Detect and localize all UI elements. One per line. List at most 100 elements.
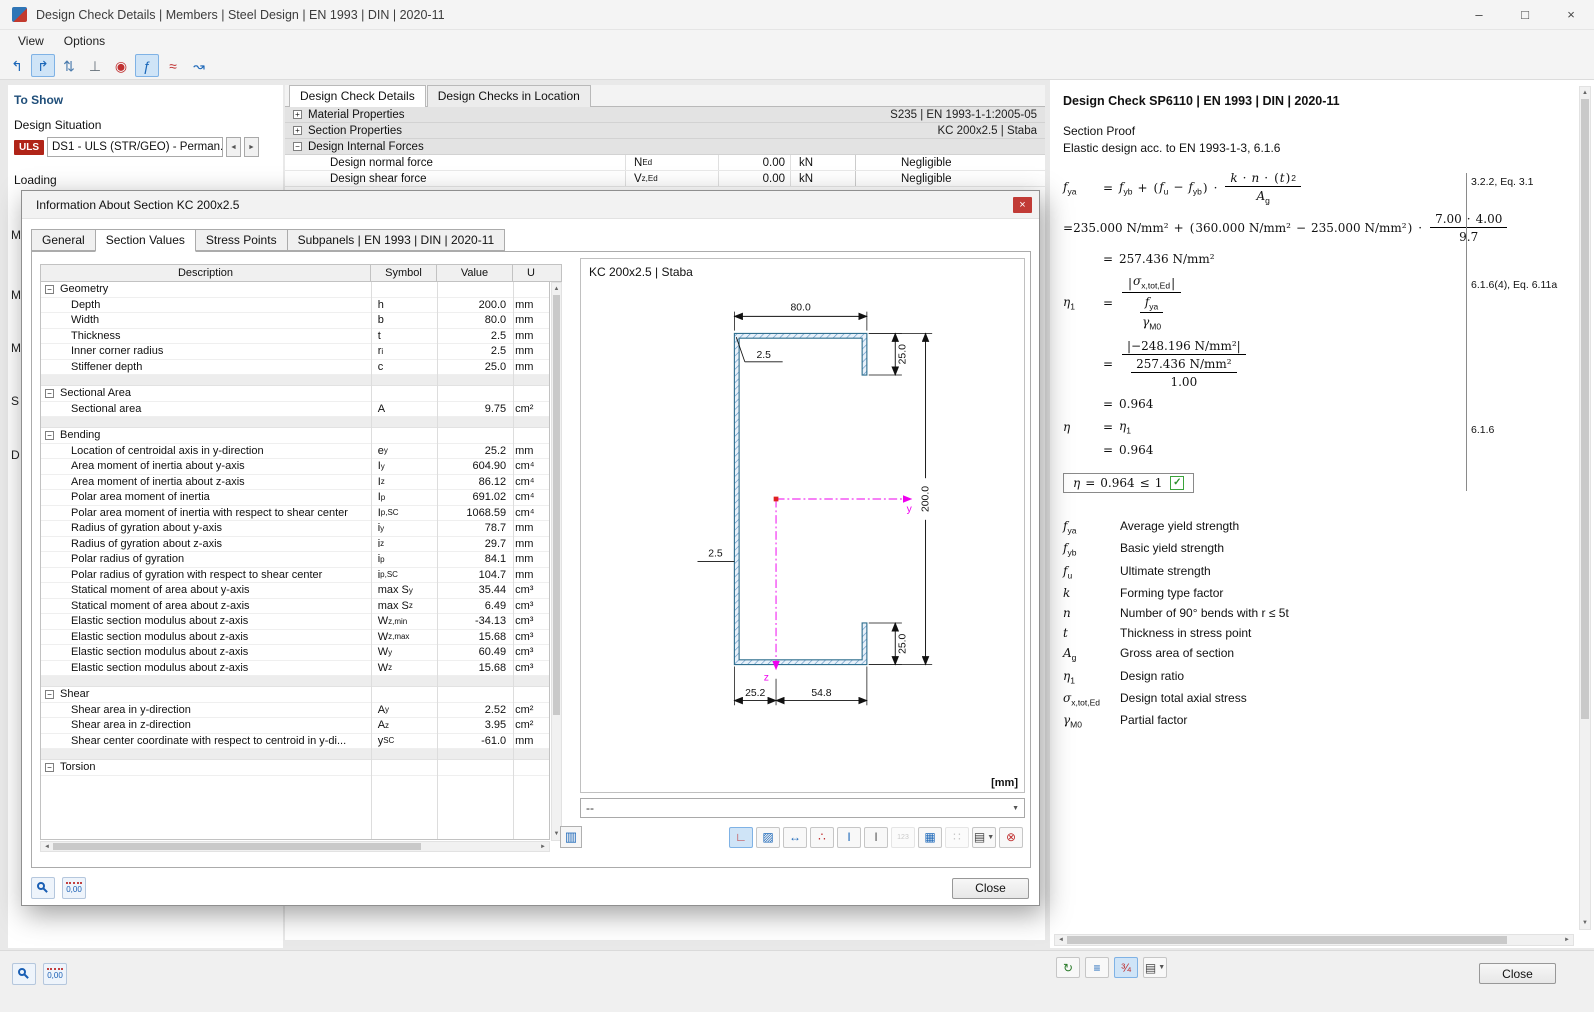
redo-view-icon[interactable]: ↱ <box>31 54 55 77</box>
section-value-row[interactable]: Area moment of inertia about y-axisIy604… <box>41 459 549 475</box>
section-value-row[interactable]: Statical moment of area about y-axismax … <box>41 583 549 599</box>
horizontal-scrollbar[interactable]: ◄ ► <box>1054 934 1574 946</box>
dialog-close-button[interactable]: Close <box>952 878 1029 899</box>
scroll-down-icon[interactable]: ▼ <box>1580 918 1590 928</box>
section-value-row[interactable]: Area moment of inertia about z-axisIz86.… <box>41 475 549 491</box>
zoom-icon[interactable] <box>12 963 36 985</box>
print-icon[interactable]: ▤▼ <box>972 827 996 848</box>
section-value-row[interactable]: Polar area moment of inertia with respec… <box>41 506 549 522</box>
section-group-row[interactable]: −Shear <box>41 687 549 703</box>
tab-general[interactable]: General <box>31 229 96 251</box>
viewer-option-select[interactable]: -- ▼ <box>580 798 1025 818</box>
design-situation-select[interactable]: DS1 - ULS (STR/GEO) - Perman... ▼ <box>47 137 223 157</box>
section-value-row[interactable]: Polar area moment of inertiaIp691.02cm⁴ <box>41 490 549 506</box>
tree-group-row[interactable]: +Material PropertiesS235 | EN 1993-1-1:2… <box>285 107 1045 123</box>
minimize-button[interactable]: – <box>1456 0 1502 29</box>
column-header-unit[interactable]: U <box>513 265 549 281</box>
print-icon[interactable]: ▤▼ <box>1143 957 1167 978</box>
export-table-icon[interactable]: ▥ <box>560 826 582 848</box>
dialog-close-icon[interactable]: × <box>1013 197 1032 213</box>
section-value-row[interactable]: Shear center coordinate with respect to … <box>41 734 549 750</box>
text-values-icon[interactable]: I <box>864 827 888 848</box>
column-header-value[interactable]: Value <box>437 265 513 281</box>
section-group-row[interactable]: −Sectional Area <box>41 386 549 402</box>
section-value-row[interactable]: Widthb80.0mm <box>41 313 549 329</box>
decimal-places-button[interactable]: 0,00 <box>43 963 67 985</box>
decimal-places-button[interactable]: 0,00 <box>62 877 86 899</box>
stress-points-icon[interactable]: ∴ <box>810 827 834 848</box>
menu-view[interactable]: View <box>8 31 54 51</box>
expander-icon[interactable]: − <box>293 142 302 151</box>
section-value-row[interactable]: Thicknesst2.5mm <box>41 329 549 345</box>
section-value-row[interactable]: Elastic section modulus about z-axisWz,m… <box>41 614 549 630</box>
table-vertical-scrollbar[interactable]: ▲ ▼ <box>551 282 562 841</box>
section-value-row[interactable]: Elastic section modulus about z-axisWz15… <box>41 661 549 677</box>
tree-group-row[interactable]: −Design Internal Forces <box>285 139 1045 155</box>
section-value-row[interactable]: Location of centroidal axis in y-directi… <box>41 444 549 460</box>
zoom-reset-icon[interactable]: ⊗ <box>999 827 1023 848</box>
axes-icon[interactable]: ∟ <box>729 827 753 848</box>
dimensions-icon[interactable]: ↔ <box>783 827 807 848</box>
scroll-up-icon[interactable]: ▲ <box>1580 88 1590 98</box>
scrollbar-thumb[interactable] <box>553 295 560 715</box>
column-header-description[interactable]: Description <box>41 265 371 281</box>
sort-results-icon[interactable]: ⇅ <box>57 54 81 77</box>
table-icon[interactable]: ▦ <box>918 827 942 848</box>
tab-design-checks-in-location[interactable]: Design Checks in Location <box>427 85 591 107</box>
relation-scheme-icon[interactable]: ↝ <box>187 54 211 77</box>
scroll-left-icon[interactable]: ◄ <box>1056 935 1066 945</box>
section-value-row[interactable]: Elastic section modulus about z-axisWz,m… <box>41 630 549 646</box>
scroll-right-icon[interactable]: ► <box>538 842 548 851</box>
section-value-row[interactable]: Shear area in z-directionAz3.95cm² <box>41 718 549 734</box>
section-value-row[interactable]: Elastic section modulus about z-axisWy60… <box>41 645 549 661</box>
tab-subpanels[interactable]: Subpanels | EN 1993 | DIN | 2020-11 <box>287 229 506 251</box>
next-situation-button[interactable]: ► <box>244 137 259 157</box>
scroll-up-icon[interactable]: ▲ <box>552 284 561 294</box>
close-button[interactable]: Close <box>1479 963 1556 984</box>
table-horizontal-scrollbar[interactable]: ◄ ► <box>40 841 550 852</box>
collapse-icon[interactable]: − <box>45 285 54 294</box>
expander-icon[interactable]: + <box>293 126 302 135</box>
extreme-values-icon[interactable]: ◉ <box>109 54 133 77</box>
column-header-symbol[interactable]: Symbol <box>371 265 437 281</box>
collapse-icon[interactable]: − <box>45 431 54 440</box>
section-value-row[interactable]: Depthh200.0mm <box>41 298 549 314</box>
collapse-icon[interactable]: − <box>45 763 54 772</box>
tree-group-row[interactable]: +Section PropertiesKC 200x2.5 | Staba <box>285 123 1045 139</box>
scroll-right-icon[interactable]: ► <box>1562 935 1572 945</box>
section-value-row[interactable]: Stiffener depthc25.0mm <box>41 360 549 376</box>
tree-item-row[interactable]: Design normal forceNEd0.00kNNegligible <box>285 155 1045 171</box>
tab-section-values[interactable]: Section Values <box>95 229 196 252</box>
maximize-button[interactable]: □ <box>1502 0 1548 29</box>
navigate-list-icon[interactable]: ≡ <box>1085 957 1109 978</box>
zoom-icon[interactable] <box>31 877 55 899</box>
section-group-row[interactable]: −Bending <box>41 428 549 444</box>
tab-design-check-details[interactable]: Design Check Details <box>289 85 426 107</box>
expander-icon[interactable]: + <box>293 110 302 119</box>
tree-item-row[interactable]: Design shear forceVz,Ed0.00kNNegligible <box>285 171 1045 187</box>
result-diagram-icon[interactable]: ≈ <box>161 54 185 77</box>
section-group-row[interactable]: −Geometry <box>41 282 549 298</box>
measure-tool-icon[interactable]: ⊥ <box>83 54 107 77</box>
refresh-results-icon[interactable]: ↻ <box>1056 957 1080 978</box>
section-value-row[interactable]: Radius of gyration about z-axisiz29.7mm <box>41 537 549 553</box>
tab-stress-points[interactable]: Stress Points <box>195 229 288 251</box>
formula-references-icon[interactable]: ¾ <box>1114 957 1138 978</box>
section-value-row[interactable]: Polar radius of gyration with respect to… <box>41 568 549 584</box>
scrollbar-thumb[interactable] <box>1581 99 1589 719</box>
scrollbar-thumb[interactable] <box>1067 936 1507 944</box>
menu-options[interactable]: Options <box>54 31 115 51</box>
section-value-row[interactable]: Shear area in y-directionAy2.52cm² <box>41 703 549 719</box>
section-value-row[interactable]: Radius of gyration about y-axisiy78.7mm <box>41 521 549 537</box>
scrollbar-thumb[interactable] <box>53 843 421 850</box>
vertical-scrollbar[interactable]: ▲ ▼ <box>1579 86 1591 930</box>
section-value-row[interactable]: Sectional areaA9.75cm² <box>41 402 549 418</box>
previous-situation-button[interactable]: ◄ <box>226 137 241 157</box>
collapse-icon[interactable]: − <box>45 389 54 398</box>
close-window-button[interactable]: × <box>1548 0 1594 29</box>
hatching-icon[interactable]: ▨ <box>756 827 780 848</box>
section-value-row[interactable]: Inner corner radiusri2.5mm <box>41 344 549 360</box>
parts-icon[interactable]: I <box>837 827 861 848</box>
section-value-row[interactable]: Polar radius of gyrationip84.1mm <box>41 552 549 568</box>
collapse-icon[interactable]: − <box>45 690 54 699</box>
